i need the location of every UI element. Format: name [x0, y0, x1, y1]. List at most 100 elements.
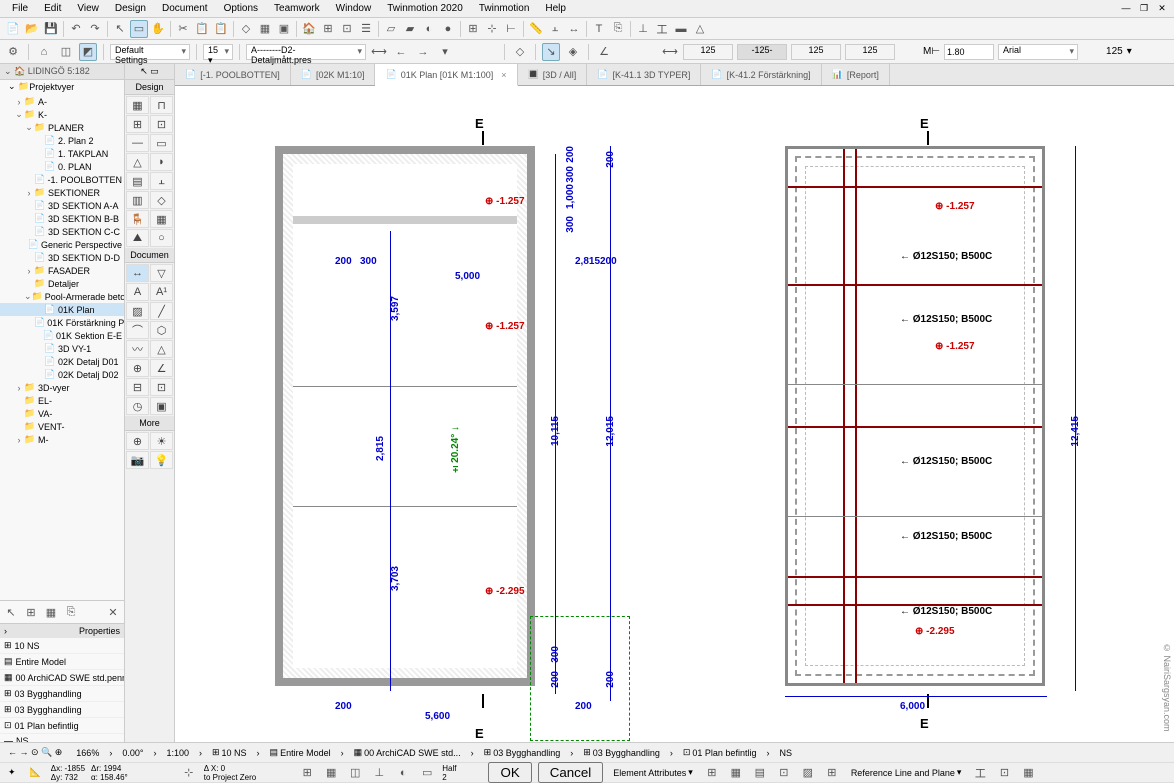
render-icon[interactable]: ●: [439, 20, 457, 38]
shaded-icon[interactable]: ◐: [420, 20, 438, 38]
tool-spline[interactable]: 〰: [126, 340, 149, 358]
props-title[interactable]: › Properties: [0, 624, 124, 638]
attr-icon-1[interactable]: ⊞: [703, 764, 721, 782]
tree-item[interactable]: 📄3D SEKTION B-B: [0, 212, 124, 225]
tool-roof[interactable]: △: [126, 153, 149, 171]
menu-options[interactable]: Options: [216, 1, 266, 16]
tree-item[interactable]: 📄0. PLAN: [0, 160, 124, 173]
tab[interactable]: 📄[K-41.1 3D TYPER]: [587, 64, 701, 85]
grid-toggle-icon[interactable]: ⊞: [298, 764, 316, 782]
menu-help[interactable]: Help: [537, 1, 574, 16]
tool-detail[interactable]: ◷: [126, 397, 149, 415]
status-nav-icons[interactable]: ← → ⊙ 🔍 ⊕: [4, 747, 66, 758]
layer-dropdown[interactable]: A--------D2- Detaljmått.pres: [246, 44, 366, 60]
save-icon[interactable]: 💾: [42, 20, 60, 38]
tree-item[interactable]: 📄01K Plan: [0, 303, 124, 316]
tool-slab[interactable]: ▭: [150, 134, 173, 152]
tree-item[interactable]: 📁EL-: [0, 394, 124, 407]
wireframe-icon[interactable]: ▱: [382, 20, 400, 38]
tree-item[interactable]: 📄3D SEKTION C-C: [0, 225, 124, 238]
props-item[interactable]: ⊡01 Plan befintlig: [0, 718, 124, 734]
scale-input[interactable]: [944, 44, 994, 60]
tool-door[interactable]: ⊓: [150, 96, 173, 114]
tool-curtain[interactable]: ▥: [126, 191, 149, 209]
arrow-down-icon[interactable]: ▾: [436, 43, 454, 61]
column-icon[interactable]: ⊥: [634, 20, 652, 38]
hidden-icon[interactable]: ▰: [401, 20, 419, 38]
tree-item[interactable]: ›📁FASADER: [0, 264, 124, 277]
snap-point-icon[interactable]: ◈: [564, 43, 582, 61]
tool-change[interactable]: △: [150, 340, 173, 358]
props-item[interactable]: ▤Entire Model: [0, 654, 124, 670]
tool-stair[interactable]: ▤: [126, 172, 149, 190]
menu-teamwork[interactable]: Teamwork: [266, 1, 328, 16]
toolbox-arrow[interactable]: ↖ ▭: [125, 64, 174, 80]
props-close-icon[interactable]: ✕: [104, 603, 122, 621]
tab[interactable]: 📊[Report]: [822, 64, 890, 85]
tool-level[interactable]: ▽: [150, 264, 173, 282]
tree-item[interactable]: 📄2. Plan 2: [0, 134, 124, 147]
surface-icon[interactable]: ◐: [394, 764, 412, 782]
toolbox-design[interactable]: Design: [125, 80, 174, 95]
tool-dimension[interactable]: ↔: [126, 264, 149, 282]
tool-a-icon[interactable]: ◇: [237, 20, 255, 38]
tree-item[interactable]: 📁VA-: [0, 407, 124, 420]
snap-settings-icon[interactable]: ⊹: [180, 764, 198, 782]
tree-item[interactable]: 📄Generic Perspective: [0, 238, 124, 251]
tool-mesh[interactable]: ⛰: [126, 229, 149, 247]
status-zoom[interactable]: 166%: [72, 748, 103, 758]
tab[interactable]: 📄01K Plan [01K M1:100]×: [375, 64, 517, 86]
tool-morph[interactable]: ◇: [150, 191, 173, 209]
ruler-icon[interactable]: ▭: [418, 764, 436, 782]
paste-icon[interactable]: 📋: [212, 20, 230, 38]
ref-line[interactable]: Reference Line and Plane: [851, 768, 955, 778]
favorites-icon[interactable]: ⌂: [35, 43, 53, 61]
tree-item[interactable]: ›📁3D-vyer: [0, 381, 124, 394]
select-icon[interactable]: ↖: [111, 20, 129, 38]
tree-item[interactable]: 📄1. TAKPLAN: [0, 147, 124, 160]
tree-item[interactable]: ›📁M-: [0, 433, 124, 446]
tool-b-icon[interactable]: ▦: [256, 20, 274, 38]
element-settings-icon[interactable]: ⚙: [4, 43, 22, 61]
measure-icon[interactable]: 📏: [527, 20, 545, 38]
close-icon[interactable]: ✕: [1154, 2, 1170, 14]
status-pens[interactable]: 10 NS: [222, 748, 247, 758]
tool-worksheet[interactable]: ▣: [150, 397, 173, 415]
ratio2-input[interactable]: -125-: [737, 44, 787, 60]
status-model[interactable]: Entire Model: [280, 748, 331, 758]
snap-icon[interactable]: ⊹: [483, 20, 501, 38]
minimize-icon[interactable]: —: [1118, 2, 1134, 14]
virtual-icon[interactable]: ◫: [346, 764, 364, 782]
cut-icon[interactable]: ✂: [174, 20, 192, 38]
status-renov1[interactable]: 03 Bygghandling: [493, 748, 560, 758]
ref-icon-1[interactable]: 工: [971, 764, 989, 782]
tool-angle[interactable]: ∠: [150, 359, 173, 377]
tool-c-icon[interactable]: ▣: [275, 20, 293, 38]
tool-arc[interactable]: ⌒: [126, 321, 149, 339]
new-icon[interactable]: 📄: [4, 20, 22, 38]
label-icon[interactable]: ⎘: [609, 20, 627, 38]
toolbox-document[interactable]: Documen: [125, 248, 174, 263]
tool-poly[interactable]: ⬡: [150, 321, 173, 339]
drawing-canvas[interactable]: E E 200 300 1,000 300 200 200 300 2,815 …: [175, 86, 1174, 764]
tree-item[interactable]: 📄01K Förstärkning Plan: [0, 316, 124, 329]
attr-icon-6[interactable]: ⊞: [823, 764, 841, 782]
tree-item[interactable]: ⌄📁Pool-Armerade betongkons: [0, 290, 124, 303]
tool-section[interactable]: ⊟: [126, 378, 149, 396]
copy-icon[interactable]: 📋: [193, 20, 211, 38]
menu-twinmotion[interactable]: Twinmotion: [471, 1, 538, 16]
view3d-icon[interactable]: 🏠: [300, 20, 318, 38]
tab[interactable]: 🔳[3D / All]: [518, 64, 588, 85]
tool-radial[interactable]: ⊕: [126, 359, 149, 377]
props-icon-4[interactable]: ⎘: [62, 603, 80, 621]
props-icon-1[interactable]: ↖: [2, 603, 20, 621]
redo-icon[interactable]: ↷: [86, 20, 104, 38]
tree-item[interactable]: 📄01K Sektion E-E: [0, 329, 124, 342]
props-icon-2[interactable]: ⊞: [22, 603, 40, 621]
attr-icon-3[interactable]: ▤: [751, 764, 769, 782]
dimension-icon[interactable]: ↔: [565, 20, 583, 38]
open-icon[interactable]: 📂: [23, 20, 41, 38]
beam-icon[interactable]: 工: [653, 20, 671, 38]
ratio4-input[interactable]: 125: [845, 44, 895, 60]
props-item[interactable]: ▦00 ArchiCAD SWE std.pennor (pla...: [0, 670, 124, 686]
